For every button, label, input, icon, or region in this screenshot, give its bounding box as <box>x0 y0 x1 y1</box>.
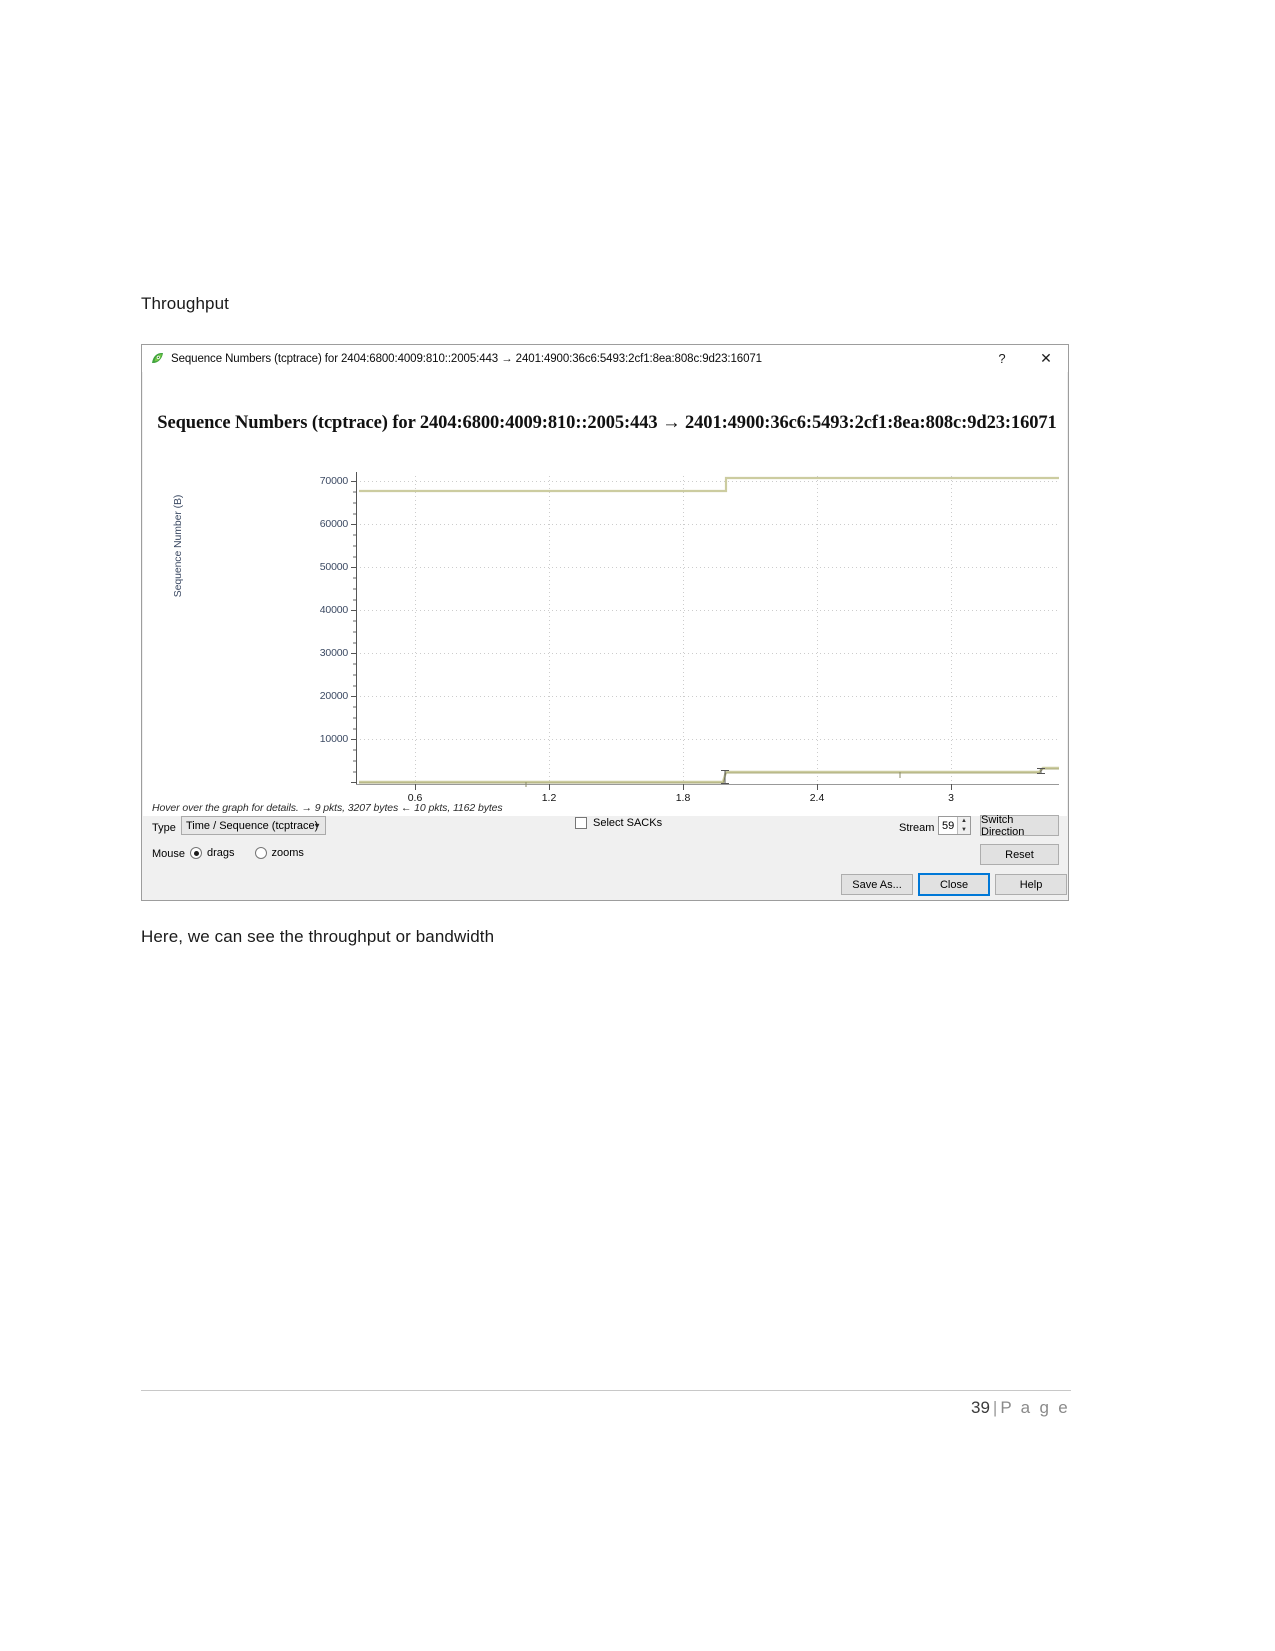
mouse-zooms-label: zooms <box>271 847 304 859</box>
mouse-drags-label: drags <box>207 847 235 859</box>
select-sacks-checkbox[interactable]: Select SACKs <box>575 817 662 829</box>
x-tick-label: 2.4 <box>809 792 825 804</box>
controls-row-type: Type Time / Sequence (tcptrace) ▼ Select… <box>142 814 1068 841</box>
window-titlebar: Sequence Numbers (tcptrace) for 2404:680… <box>142 345 1068 372</box>
page-caption-text: Here, we can see the throughput or bandw… <box>141 927 495 946</box>
receive-window-series <box>359 476 1059 493</box>
radio-unselected-icon[interactable] <box>254 847 267 859</box>
stream-value: 59 <box>942 819 955 832</box>
select-sacks-label: Select SACKs <box>593 817 663 829</box>
sequence-number-series <box>359 766 1059 784</box>
checkbox-box[interactable] <box>575 817 587 829</box>
graph-hint-text: Hover over the graph for details. → 9 pk… <box>152 802 503 814</box>
spinner-down-icon[interactable]: ▼ <box>958 826 970 835</box>
footer-page-word: P a g e <box>1000 1398 1070 1417</box>
window-controls: ? ✕ <box>980 345 1068 372</box>
x-tick-label: 1.2 <box>541 792 557 804</box>
plot-canvas[interactable]: Sequence Number (B) 70000 60000 50000 40… <box>143 372 1067 816</box>
save-as-button[interactable]: Save As... <box>841 874 913 895</box>
footer-separator: | <box>992 1398 998 1417</box>
help-titlebar-button[interactable]: ? <box>980 345 1024 372</box>
stream-spinbox[interactable]: 59 ▲ ▼ <box>938 816 971 835</box>
footer-divider <box>141 1390 1071 1391</box>
switch-direction-button[interactable]: Switch Direction <box>980 814 1059 838</box>
type-dropdown[interactable]: Time / Sequence (tcptrace) ▼ <box>181 816 326 835</box>
stream-label: Stream <box>899 822 935 834</box>
page-section-heading: Throughput <box>141 294 229 313</box>
controls-row-mouse: Mouse drags zooms Reset <box>142 841 1068 869</box>
x-tick-label: 3.6 <box>1050 792 1067 804</box>
close-icon[interactable]: ✕ <box>1024 345 1068 372</box>
mouse-label: Mouse <box>152 848 186 860</box>
close-button[interactable]: Close <box>918 873 990 896</box>
controls-row-buttons: Save As... Close Help <box>142 871 1068 901</box>
type-dropdown-value: Time / Sequence (tcptrace) <box>186 819 319 832</box>
type-label: Type <box>152 822 176 834</box>
page-footer: 39 | P a g e <box>770 1398 1070 1418</box>
spinner-up-icon[interactable]: ▲ <box>958 817 970 826</box>
wireshark-icon <box>150 351 165 366</box>
chevron-down-icon: ▼ <box>313 821 321 830</box>
spinner-buttons[interactable]: ▲ ▼ <box>957 817 970 834</box>
radio-selected-icon[interactable] <box>190 847 202 859</box>
x-tick-label: 1.8 <box>675 792 691 804</box>
sequence-numbers-window: Sequence Numbers (tcptrace) for 2404:680… <box>141 344 1069 901</box>
graph-area[interactable]: Sequence Numbers (tcptrace) for 2404:680… <box>143 372 1067 816</box>
controls-panel: Type Time / Sequence (tcptrace) ▼ Select… <box>142 814 1068 901</box>
reset-button[interactable]: Reset <box>980 844 1059 865</box>
x-tick-label: 3 <box>948 792 954 804</box>
mouse-mode-radio-group[interactable]: drags zooms <box>190 847 324 859</box>
chart-svg <box>351 472 1059 790</box>
footer-page-number: 39 <box>970 1398 990 1417</box>
help-button[interactable]: Help <box>995 874 1067 895</box>
mouse-zooms-radio[interactable]: zooms <box>254 847 304 859</box>
mouse-drags-radio[interactable]: drags <box>190 847 235 859</box>
window-title: Sequence Numbers (tcptrace) for 2404:680… <box>171 352 762 365</box>
